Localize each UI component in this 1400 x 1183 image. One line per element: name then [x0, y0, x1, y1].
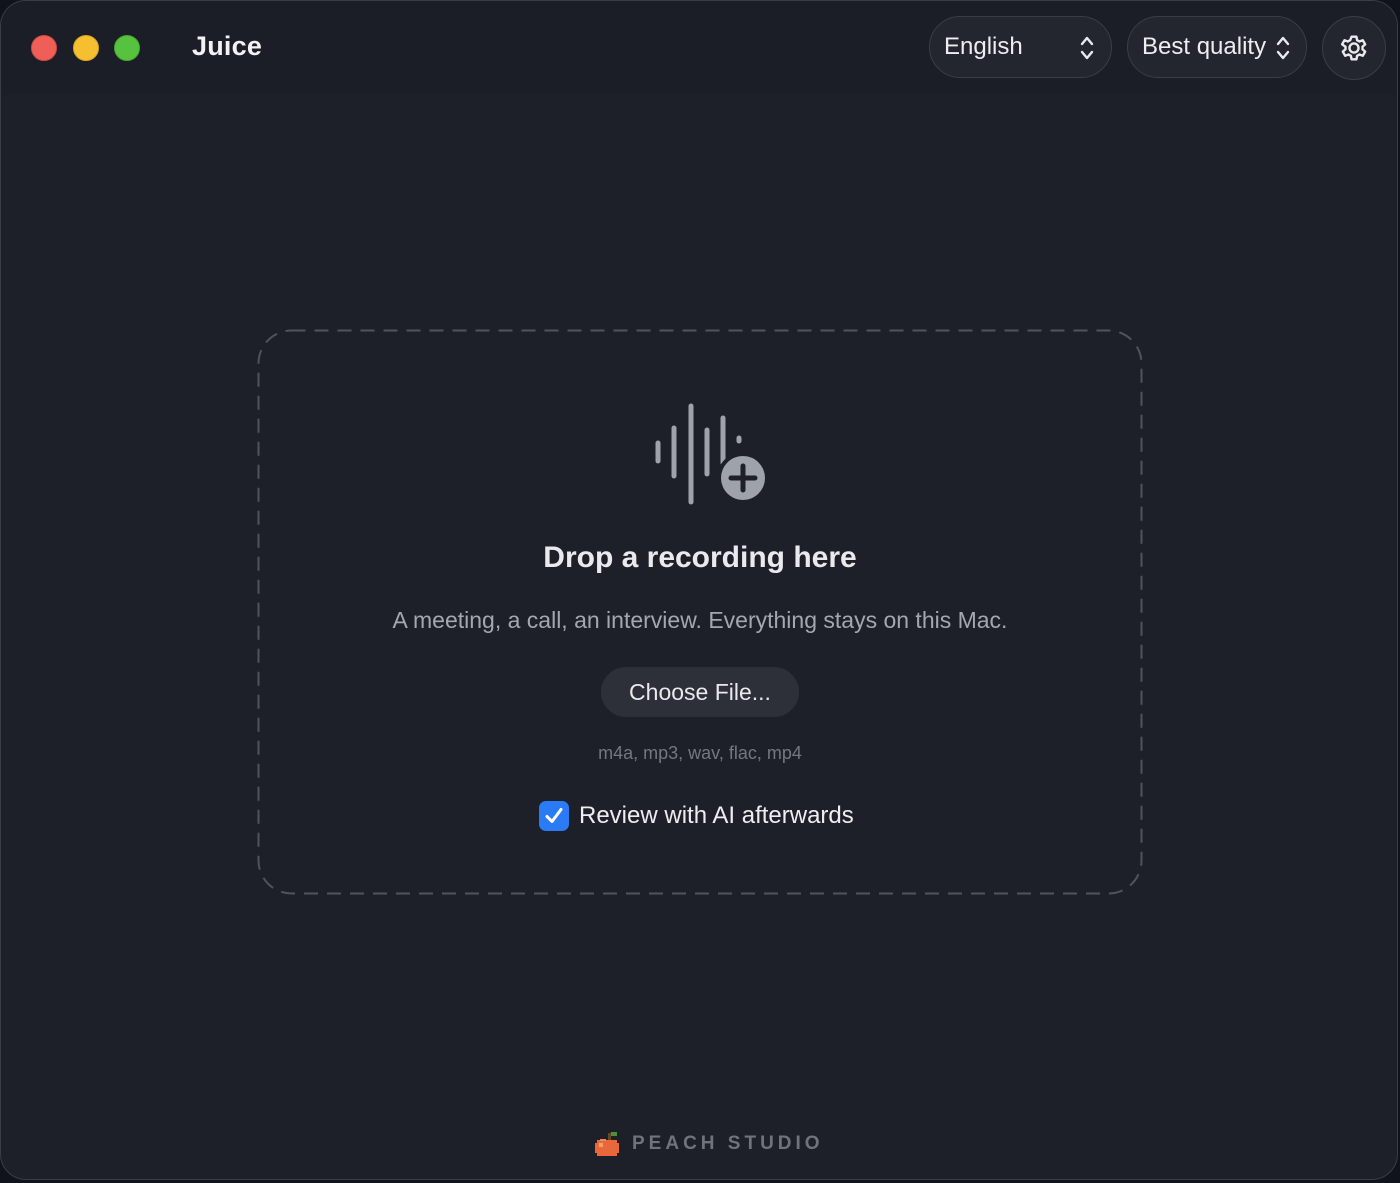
minimize-window-button[interactable] [73, 35, 99, 61]
drop-zone-subtitle: A meeting, a call, an interview. Everyth… [392, 607, 1008, 633]
checkmark-icon [545, 808, 563, 823]
settings-button[interactable] [1322, 16, 1386, 80]
supported-formats: m4a, mp3, wav, flac, mp4 [598, 743, 802, 763]
choose-file-button[interactable]: Choose File... [601, 667, 799, 717]
app-window: Juice English Best quality Drop a record… [0, 0, 1398, 1180]
close-window-button[interactable] [31, 35, 57, 61]
waveform-add-icon [655, 403, 769, 505]
chevron-up-down-icon [1080, 36, 1094, 60]
quality-select-value: Best quality [1142, 33, 1267, 60]
peach-icon [595, 1132, 619, 1156]
gear-icon [1340, 35, 1367, 61]
language-select-value: English [944, 33, 1023, 60]
drop-zone[interactable]: Drop a recording here A meeting, a call,… [257, 329, 1143, 895]
language-select[interactable]: English [929, 16, 1112, 78]
app-title: Juice [192, 31, 263, 61]
review-with-ai-checkbox[interactable]: Review with AI afterwards [539, 801, 854, 831]
zoom-window-button[interactable] [114, 35, 140, 61]
title-bar[interactable]: Juice English Best quality [1, 1, 1397, 95]
footer-brand: PEACH STUDIO [594, 1129, 824, 1159]
drop-zone-title: Drop a recording here [543, 541, 857, 574]
chevron-up-down-icon [1276, 36, 1290, 60]
footer-brand-text: PEACH STUDIO [632, 1133, 824, 1154]
checkbox-checked[interactable] [539, 801, 569, 831]
review-with-ai-label: Review with AI afterwards [579, 802, 854, 829]
quality-select[interactable]: Best quality [1127, 16, 1307, 78]
